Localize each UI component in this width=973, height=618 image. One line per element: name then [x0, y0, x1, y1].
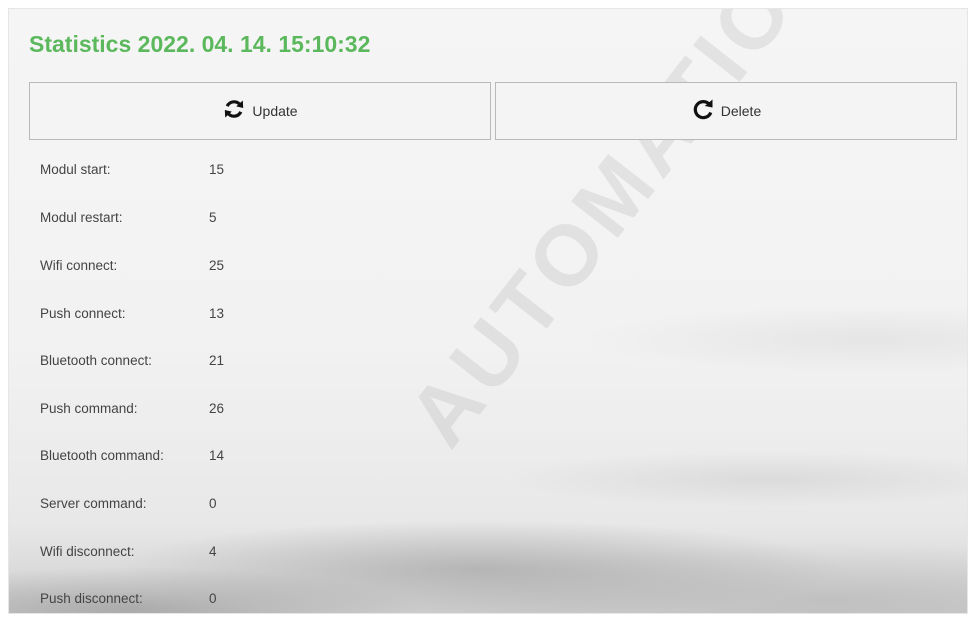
watermark: AUTOMATION	[389, 8, 857, 464]
stat-row-server-command: Server command: 0	[40, 496, 300, 514]
stat-row-push-connect: Push connect: 13	[40, 306, 300, 324]
stat-label: Wifi disconnect:	[40, 544, 135, 559]
stat-value: 4	[209, 544, 217, 559]
reset-icon	[691, 97, 715, 121]
delete-button[interactable]: Delete	[495, 82, 957, 140]
stat-label: Modul start:	[40, 162, 111, 177]
stat-label: Bluetooth connect:	[40, 353, 152, 368]
update-button-label: Update	[252, 103, 298, 119]
delete-button-label: Delete	[720, 103, 762, 119]
stat-label: Bluetooth command:	[40, 448, 164, 463]
stat-value: 21	[209, 353, 225, 368]
stat-row-modul-restart: Modul restart: 5	[40, 210, 300, 228]
stat-label: Push connect:	[40, 306, 126, 321]
stat-value: 13	[209, 306, 225, 321]
stat-row-bluetooth-command: Bluetooth command: 14	[40, 448, 300, 466]
stat-value: 0	[209, 496, 217, 511]
stat-label: Push disconnect:	[40, 591, 143, 606]
stat-label: Server command:	[40, 496, 147, 511]
stat-row-bluetooth-connect: Bluetooth connect: 21	[40, 353, 300, 371]
stat-value: 0	[209, 591, 217, 606]
stat-value: 15	[209, 162, 225, 177]
stat-row-wifi-connect: Wifi connect: 25	[40, 258, 300, 276]
stat-value: 25	[209, 258, 225, 273]
stat-row-push-disconnect: Push disconnect: 0	[40, 591, 300, 609]
refresh-icon	[222, 97, 246, 121]
statistics-panel: AUTOMATION Statistics 2022. 04. 14. 15:1…	[8, 8, 968, 614]
stat-value: 26	[209, 401, 225, 416]
stat-row-push-command: Push command: 26	[40, 401, 300, 419]
stat-label: Push command:	[40, 401, 138, 416]
page-title: Statistics 2022. 04. 14. 15:10:32	[29, 31, 371, 57]
stat-label: Modul restart:	[40, 210, 123, 225]
stat-value: 14	[209, 448, 225, 463]
stat-label: Wifi connect:	[40, 258, 118, 273]
update-button[interactable]: Update	[29, 82, 491, 140]
stat-row-modul-start: Modul start: 15	[40, 162, 300, 180]
stat-row-wifi-disconnect: Wifi disconnect: 4	[40, 544, 300, 562]
stat-value: 5	[209, 210, 217, 225]
